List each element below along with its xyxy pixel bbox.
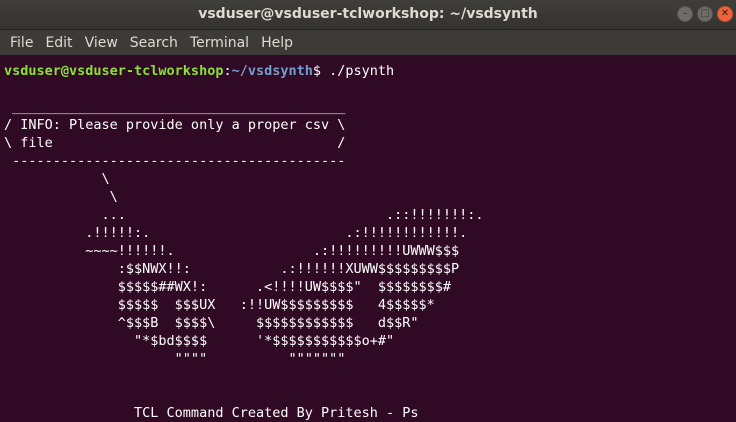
prompt-separator: : [223,63,232,79]
output-line: TCL Command Created By Pritesh - Ps [4,405,419,421]
command-text: ./psynth [329,63,395,79]
maximize-icon[interactable]: □ [697,6,713,22]
output-line: \ file / [4,135,346,151]
output-line: \ [4,171,110,187]
terminal-output[interactable]: vsduser@vsduser-tclworkshop:~/vsdsynth$ … [4,62,736,421]
close-icon[interactable]: ✕ [717,6,733,22]
title-bar[interactable]: vsduser@vsduser-tclworkshop: ~/vsdsynth … [0,0,736,30]
prompt-path: ~/vsdsynth [231,63,313,79]
output-line: $$$$$ $$$UX :!!UW$$$$$$$$$ 4$$$$$* [4,297,435,313]
menu-help[interactable]: Help [255,35,299,51]
output-line: :$$NWX!!: .:!!!!!!XUWW$$$$$$$$$P [4,261,460,277]
menu-edit[interactable]: Edit [39,35,78,51]
window-title: vsduser@vsduser-tclworkshop: ~/vsdsynth [198,6,538,22]
prompt-line: vsduser@vsduser-tclworkshop:~/vsdsynth$ … [4,62,736,80]
output-line: .!!!!!:. .:!!!!!!!!!!!!. [4,225,468,241]
output-line: """" """"""" [4,351,346,367]
output-line: \ [4,189,118,205]
menu-terminal[interactable]: Terminal [184,35,255,51]
prompt-symbol: $ [312,63,330,79]
menu-bar: File Edit View Search Terminal Help [0,30,736,55]
output-line: ... .::!!!!!!!:. [4,207,484,223]
output-line: / INFO: Please provide only a proper csv… [4,117,346,133]
menu-search[interactable]: Search [124,35,184,51]
output-line: ________________________________________… [4,99,346,115]
output-line: $$$$$##WX!: .<!!!!UW$$$$" $$$$$$$$# [4,279,452,295]
output-line: ~~~~!!!!!!. .:!!!!!!!!!UWWW$$$ [4,243,460,259]
minimize-icon[interactable]: – [677,6,693,22]
menu-file[interactable]: File [4,35,39,51]
output-line: ^$$$B $$$$\ $$$$$$$$$$$$ d$$R" [4,315,419,331]
output-line: "*$bd$$$$ '*$$$$$$$$$$$o+#" [4,333,395,349]
output-line: ----------------------------------------… [4,153,346,169]
menu-view[interactable]: View [79,35,124,51]
prompt-user-host: vsduser@vsduser-tclworkshop [4,63,224,79]
terminal-window: vsduser@vsduser-tclworkshop: ~/vsdsynth … [0,0,736,421]
